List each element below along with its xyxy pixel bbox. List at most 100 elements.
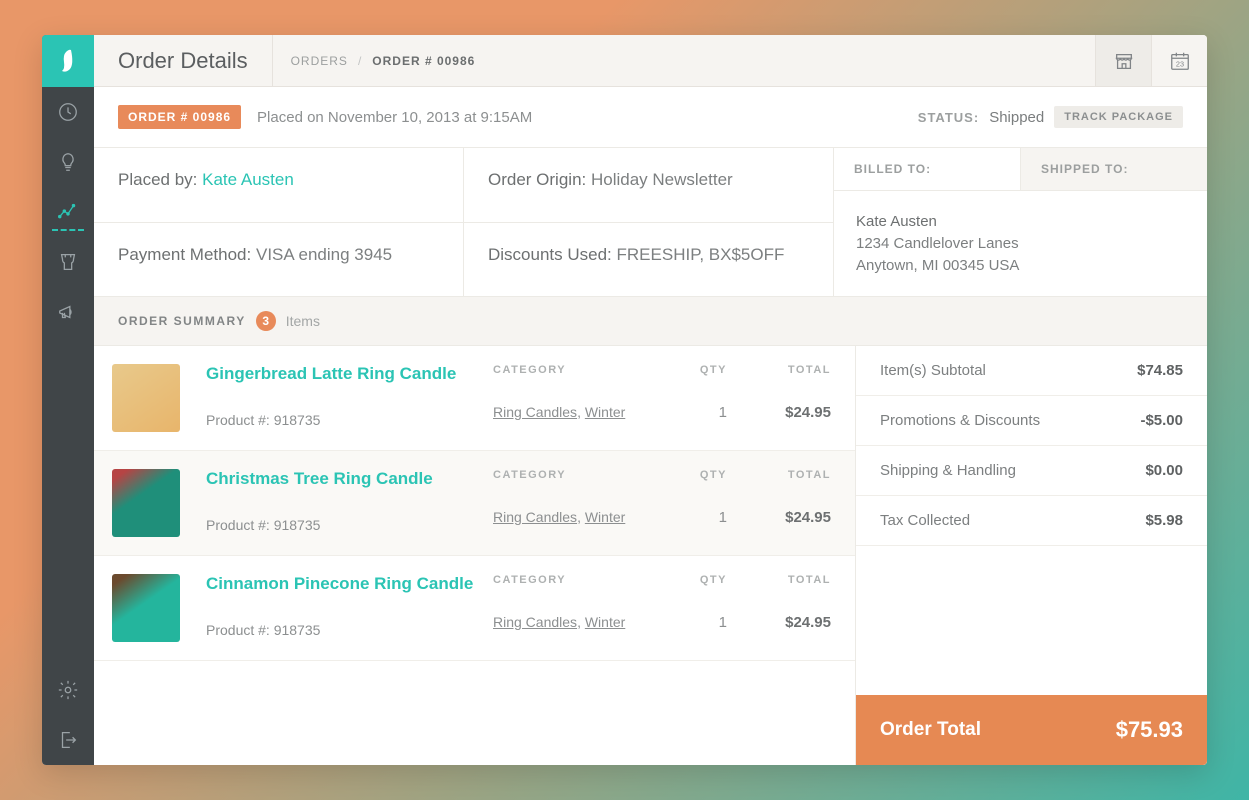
category-link[interactable]: Ring Candles bbox=[493, 404, 577, 420]
qty-value: 1 bbox=[657, 404, 727, 421]
product-categories: Ring Candles, Winter bbox=[493, 614, 653, 630]
breadcrumb: ORDERS / ORDER # 00986 bbox=[273, 54, 494, 68]
promo-value: -$5.00 bbox=[1140, 412, 1183, 429]
col-category: CATEGORY bbox=[493, 469, 653, 481]
shipping-row: Shipping & Handling $0.00 bbox=[856, 446, 1207, 496]
store-icon[interactable] bbox=[1095, 35, 1151, 86]
customer-link[interactable]: Kate Austen bbox=[202, 170, 294, 189]
category-link[interactable]: Ring Candles bbox=[493, 614, 577, 630]
col-qty: QTY bbox=[657, 364, 727, 376]
product-name[interactable]: Christmas Tree Ring Candle bbox=[206, 469, 489, 489]
discounts-cell: Discounts Used: FREESHIP, BX$5OFF bbox=[464, 223, 834, 298]
address-body: Kate Austen 1234 Candlelover Lanes Anyto… bbox=[834, 191, 1207, 296]
promo-row: Promotions & Discounts -$5.00 bbox=[856, 396, 1207, 446]
ship-label: Shipping & Handling bbox=[880, 462, 1016, 479]
totals-panel: Item(s) Subtotal $74.85 Promotions & Disc… bbox=[855, 346, 1207, 765]
product-name[interactable]: Gingerbread Latte Ring Candle bbox=[206, 364, 489, 384]
nav-logout[interactable] bbox=[42, 715, 94, 765]
payment-cell: Payment Method: VISA ending 3945 bbox=[94, 223, 464, 298]
subtotal-value: $74.85 bbox=[1137, 362, 1183, 379]
breadcrumb-sep: / bbox=[358, 54, 362, 68]
payment-label: Payment Method: bbox=[118, 245, 251, 264]
col-category: CATEGORY bbox=[493, 574, 653, 586]
status-value: Shipped bbox=[989, 109, 1044, 126]
category-link[interactable]: Winter bbox=[585, 404, 625, 420]
subtotal-row: Item(s) Subtotal $74.85 bbox=[856, 346, 1207, 396]
payment-value: VISA ending 3945 bbox=[256, 245, 392, 264]
nav-activity[interactable] bbox=[42, 87, 94, 137]
discounts-value: FREESHIP, BX$5OFF bbox=[617, 245, 785, 264]
col-total: TOTAL bbox=[731, 469, 831, 481]
app-window: Order Details ORDERS / ORDER # 00986 23 … bbox=[42, 35, 1207, 765]
svg-text:23: 23 bbox=[1175, 59, 1183, 68]
col-total: TOTAL bbox=[731, 574, 831, 586]
address-panel: BILLED TO: SHIPPED TO: Kate Austen 1234 … bbox=[834, 148, 1207, 297]
line-total: $24.95 bbox=[731, 509, 831, 526]
ship-value: $0.00 bbox=[1145, 462, 1183, 479]
breadcrumb-current: ORDER # 00986 bbox=[372, 54, 475, 68]
calendar-icon[interactable]: 23 bbox=[1151, 35, 1207, 86]
col-qty: QTY bbox=[657, 574, 727, 586]
order-badge: ORDER # 00986 bbox=[118, 105, 241, 129]
order-header: ORDER # 00986 Placed on November 10, 201… bbox=[94, 87, 1207, 147]
product-name[interactable]: Cinnamon Pinecone Ring Candle bbox=[206, 574, 489, 594]
category-link[interactable]: Winter bbox=[585, 509, 625, 525]
origin-value: Holiday Newsletter bbox=[591, 170, 733, 189]
order-info-grid: Placed by: Kate Austen Order Origin: Hol… bbox=[94, 147, 1207, 297]
nav-settings[interactable] bbox=[42, 665, 94, 715]
line-items: Gingerbread Latte Ring Candle Product #:… bbox=[94, 346, 855, 765]
placed-by-label: Placed by: bbox=[118, 170, 197, 189]
qty-value: 1 bbox=[657, 509, 727, 526]
order-placed-text: Placed on November 10, 2013 at 9:15AM bbox=[257, 109, 532, 126]
category-link[interactable]: Ring Candles bbox=[493, 509, 577, 525]
line-item: Cinnamon Pinecone Ring Candle Product #:… bbox=[94, 556, 855, 661]
product-thumb[interactable] bbox=[112, 364, 180, 432]
nav-marketing[interactable] bbox=[42, 287, 94, 337]
qty-value: 1 bbox=[657, 614, 727, 631]
nav-analytics[interactable] bbox=[42, 187, 94, 237]
track-package-button[interactable]: TRACK PACKAGE bbox=[1054, 106, 1183, 128]
grand-label: Order Total bbox=[880, 719, 981, 741]
shipped-to-tab[interactable]: SHIPPED TO: bbox=[1021, 148, 1207, 191]
origin-cell: Order Origin: Holiday Newsletter bbox=[464, 148, 834, 223]
topbar: Order Details ORDERS / ORDER # 00986 23 bbox=[94, 35, 1207, 87]
nav-ideas[interactable] bbox=[42, 137, 94, 187]
address-name: Kate Austen bbox=[856, 211, 1185, 233]
product-sku: Product #: 918735 bbox=[206, 622, 489, 638]
origin-label: Order Origin: bbox=[488, 170, 586, 189]
line-total: $24.95 bbox=[731, 614, 831, 631]
discounts-label: Discounts Used: bbox=[488, 245, 612, 264]
col-qty: QTY bbox=[657, 469, 727, 481]
promo-label: Promotions & Discounts bbox=[880, 412, 1040, 429]
sidebar bbox=[42, 35, 94, 765]
product-sku: Product #: 918735 bbox=[206, 412, 489, 428]
summary-count-badge: 3 bbox=[256, 311, 276, 331]
breadcrumb-root[interactable]: ORDERS bbox=[291, 54, 348, 68]
placed-by-cell: Placed by: Kate Austen bbox=[94, 148, 464, 223]
line-total: $24.95 bbox=[731, 404, 831, 421]
status-label: STATUS: bbox=[918, 110, 979, 125]
summary-items-label: Items bbox=[286, 313, 320, 329]
product-thumb[interactable] bbox=[112, 469, 180, 537]
tax-label: Tax Collected bbox=[880, 512, 970, 529]
line-item: Christmas Tree Ring Candle Product #: 91… bbox=[94, 451, 855, 556]
col-total: TOTAL bbox=[731, 364, 831, 376]
tax-value: $5.98 bbox=[1145, 512, 1183, 529]
product-thumb[interactable] bbox=[112, 574, 180, 642]
summary-header: ORDER SUMMARY 3 Items bbox=[94, 297, 1207, 346]
subtotal-label: Item(s) Subtotal bbox=[880, 362, 986, 379]
product-categories: Ring Candles, Winter bbox=[493, 509, 653, 525]
brand-logo[interactable] bbox=[42, 35, 94, 87]
address-line2: Anytown, MI 00345 USA bbox=[856, 255, 1185, 277]
nav-products[interactable] bbox=[42, 237, 94, 287]
category-link[interactable]: Winter bbox=[585, 614, 625, 630]
grand-value: $75.93 bbox=[1116, 717, 1183, 743]
billed-to-tab[interactable]: BILLED TO: bbox=[834, 148, 1021, 191]
line-item: Gingerbread Latte Ring Candle Product #:… bbox=[94, 346, 855, 451]
page-title: Order Details bbox=[94, 35, 273, 86]
grand-total-row: Order Total $75.93 bbox=[856, 695, 1207, 765]
summary-title: ORDER SUMMARY bbox=[118, 314, 246, 328]
address-line1: 1234 Candlelover Lanes bbox=[856, 233, 1185, 255]
tax-row: Tax Collected $5.98 bbox=[856, 496, 1207, 546]
main-content: Order Details ORDERS / ORDER # 00986 23 … bbox=[94, 35, 1207, 765]
